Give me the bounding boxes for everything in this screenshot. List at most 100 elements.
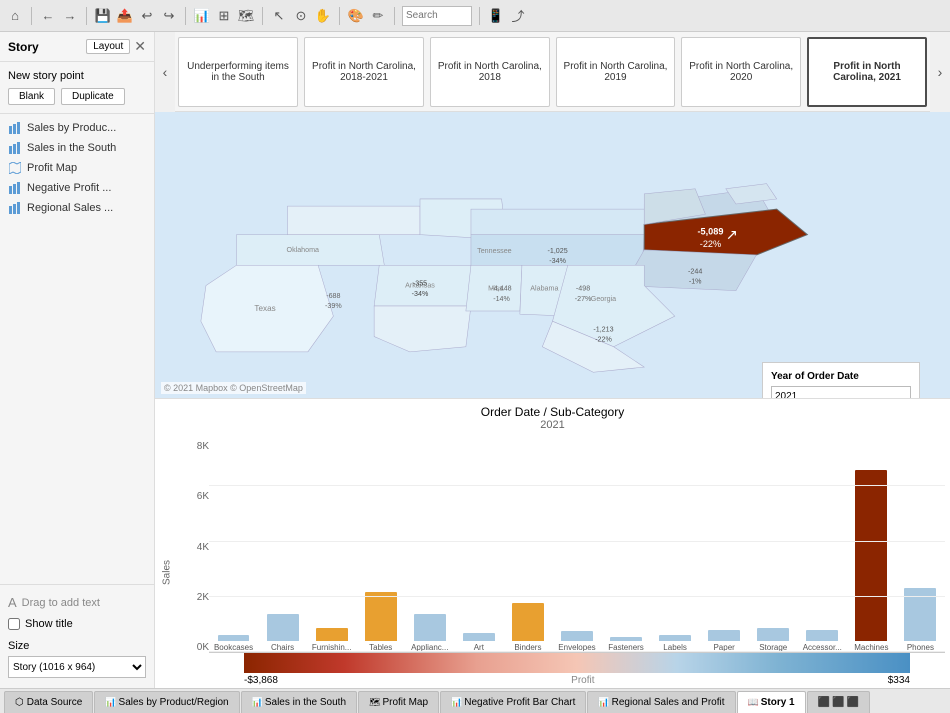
bar-group-4[interactable]: Applianc... <box>405 441 454 652</box>
add-icon-2[interactable]: ⬛ <box>832 697 844 708</box>
bar-label-13: Machines <box>852 643 890 652</box>
publish-icon[interactable]: 📤 <box>116 7 134 25</box>
chart-icon-2 <box>8 141 22 155</box>
sheet-icon-2: 📊 <box>252 697 263 708</box>
save-icon[interactable]: 💾 <box>94 7 112 25</box>
bar-group-12[interactable]: Accessor... <box>798 441 847 652</box>
color-icon[interactable]: 🎨 <box>347 7 365 25</box>
svg-text:-244: -244 <box>688 267 702 275</box>
map-tool-icon[interactable]: 🗺 <box>237 7 255 25</box>
close-icon[interactable]: ✕ <box>134 38 146 55</box>
story-nav-next[interactable]: › <box>930 32 950 112</box>
svg-text:Texas: Texas <box>254 304 275 313</box>
year-filter-input[interactable] <box>771 386 911 398</box>
redo-icon[interactable]: ↪ <box>160 7 178 25</box>
bar-group-7[interactable]: Envelopes <box>552 441 601 652</box>
bar-chart-icon[interactable]: 📊 <box>193 7 211 25</box>
bar-label-1: Chairs <box>269 643 296 652</box>
chart-icon-3 <box>8 181 22 195</box>
sidebar-item-negative-profit[interactable]: Negative Profit ... <box>0 178 154 198</box>
add-icon-3[interactable]: ⬛ <box>847 697 859 708</box>
story-nav-item-4[interactable]: Profit in North Carolina, 2019 <box>556 37 676 107</box>
bar-group-1[interactable]: Chairs <box>258 441 307 652</box>
sep6 <box>394 7 395 25</box>
profit-gradient-bar <box>244 653 910 673</box>
story-nav-item-5[interactable]: Profit in North Carolina, 2020 <box>681 37 801 107</box>
y-tick-4k: 4K <box>174 542 209 553</box>
drag-text: A Drag to add text <box>8 595 146 610</box>
data-source-icon: ⬡ <box>15 697 24 708</box>
bar-group-13[interactable]: Machines <box>847 441 896 652</box>
sidebar-item-regional-sales[interactable]: Regional Sales ... <box>0 198 154 218</box>
tab-sales-south[interactable]: 📊 Sales in the South <box>241 691 357 713</box>
search-input[interactable] <box>402 6 472 26</box>
chart-body: Sales 8K 6K 4K 2K 0K <box>155 431 950 688</box>
bar-label-5: Art <box>472 643 486 652</box>
map-tab-icon: 🗺 <box>369 697 380 708</box>
bar-3 <box>365 592 397 641</box>
tab-regional-sales[interactable]: 📊 Regional Sales and Profit <box>587 691 735 713</box>
bar-label-4: Applianc... <box>409 643 450 652</box>
annotate-icon[interactable]: ✏ <box>369 7 387 25</box>
sidebar-item-label-1: Sales by Produc... <box>27 122 116 134</box>
tab-negative-profit[interactable]: 📊 Negative Profit Bar Chart <box>440 691 586 713</box>
show-title-label[interactable]: Show title <box>8 618 146 630</box>
bar-group-11[interactable]: Storage <box>749 441 798 652</box>
tab-sales-product[interactable]: 📊 Sales by Product/Region <box>94 691 239 713</box>
map-icon-1 <box>8 161 22 175</box>
sidebar-item-label-2: Sales in the South <box>27 142 116 154</box>
show-title-checkbox[interactable] <box>8 618 20 630</box>
layout-button[interactable]: Layout <box>86 39 130 54</box>
size-label: Size <box>8 640 146 652</box>
tab-add[interactable]: ⬛ ⬛ ⬛ <box>807 691 870 713</box>
size-select[interactable]: Story (1016 x 964)Custom <box>8 656 146 678</box>
story-nav-item-3[interactable]: Profit in North Carolina, 2018 <box>430 37 550 107</box>
story-nav-item-1[interactable]: Underperforming items in the South <box>178 37 298 107</box>
svg-text:-27%: -27% <box>575 295 592 303</box>
year-filter-box: Year of Order Date ○ ‹ › <box>762 362 920 398</box>
bar-group-10[interactable]: Paper <box>700 441 749 652</box>
bar-group-2[interactable]: Furnishin... <box>307 441 356 652</box>
lasso-icon[interactable]: ⊙ <box>292 7 310 25</box>
tab-data-source[interactable]: ⬡ Data Source <box>4 691 93 713</box>
story-nav-item-6[interactable]: Profit in North Carolina, 2021 <box>807 37 927 107</box>
pan-icon[interactable]: ✋ <box>314 7 332 25</box>
chart-section: Order Date / Sub-Category 2021 Sales 8K … <box>155 398 950 688</box>
bar-4 <box>414 614 446 641</box>
share-icon[interactable]: ⤴ <box>509 7 527 25</box>
story-nav-item-2[interactable]: Profit in North Carolina, 2018-2021 <box>304 37 424 107</box>
sep3 <box>185 7 186 25</box>
sidebar-item-sales-product[interactable]: Sales by Produc... <box>0 118 154 138</box>
bar-group-6[interactable]: Binders <box>503 441 552 652</box>
story-nav-prev[interactable]: ‹ <box>155 32 175 112</box>
bar-label-11: Storage <box>757 643 789 652</box>
duplicate-button[interactable]: Duplicate <box>61 88 125 105</box>
tab-story-1[interactable]: 📖 Story 1 <box>737 691 806 713</box>
bar-13 <box>855 470 887 641</box>
add-icon[interactable]: ⬛ <box>818 697 830 708</box>
device-icon[interactable]: 📱 <box>487 7 505 25</box>
bar-label-0: Bookcases <box>212 643 255 652</box>
back-icon[interactable]: ← <box>39 7 57 25</box>
forward-icon[interactable]: → <box>61 7 79 25</box>
undo-icon[interactable]: ↩ <box>138 7 156 25</box>
table-icon[interactable]: ⊞ <box>215 7 233 25</box>
bar-group-0[interactable]: Bookcases <box>209 441 258 652</box>
sidebar-header: Story Layout ✕ <box>0 32 154 62</box>
bar-group-3[interactable]: Tables <box>356 441 405 652</box>
bar-11 <box>757 628 789 641</box>
sidebar-items: Sales by Produc... Sales in the South Pr… <box>0 114 154 584</box>
sidebar-item-profit-map[interactable]: Profit Map <box>0 158 154 178</box>
sidebar-item-sales-south[interactable]: Sales in the South <box>0 138 154 158</box>
bar-group-14[interactable]: Phones <box>896 441 945 652</box>
bar-group-9[interactable]: Labels <box>651 441 700 652</box>
bar-group-5[interactable]: Art <box>454 441 503 652</box>
tab-profit-map[interactable]: 🗺 Profit Map <box>358 691 439 713</box>
blank-button[interactable]: Blank <box>8 88 55 105</box>
sidebar-item-label-5: Regional Sales ... <box>27 202 113 214</box>
home-icon[interactable]: ⌂ <box>6 7 24 25</box>
y-tick-0k: 0K <box>174 642 209 653</box>
cursor-icon[interactable]: ↖ <box>270 7 288 25</box>
bar-group-8[interactable]: Fasteners <box>602 441 651 652</box>
sheet-icon-4: 📊 <box>598 697 609 708</box>
